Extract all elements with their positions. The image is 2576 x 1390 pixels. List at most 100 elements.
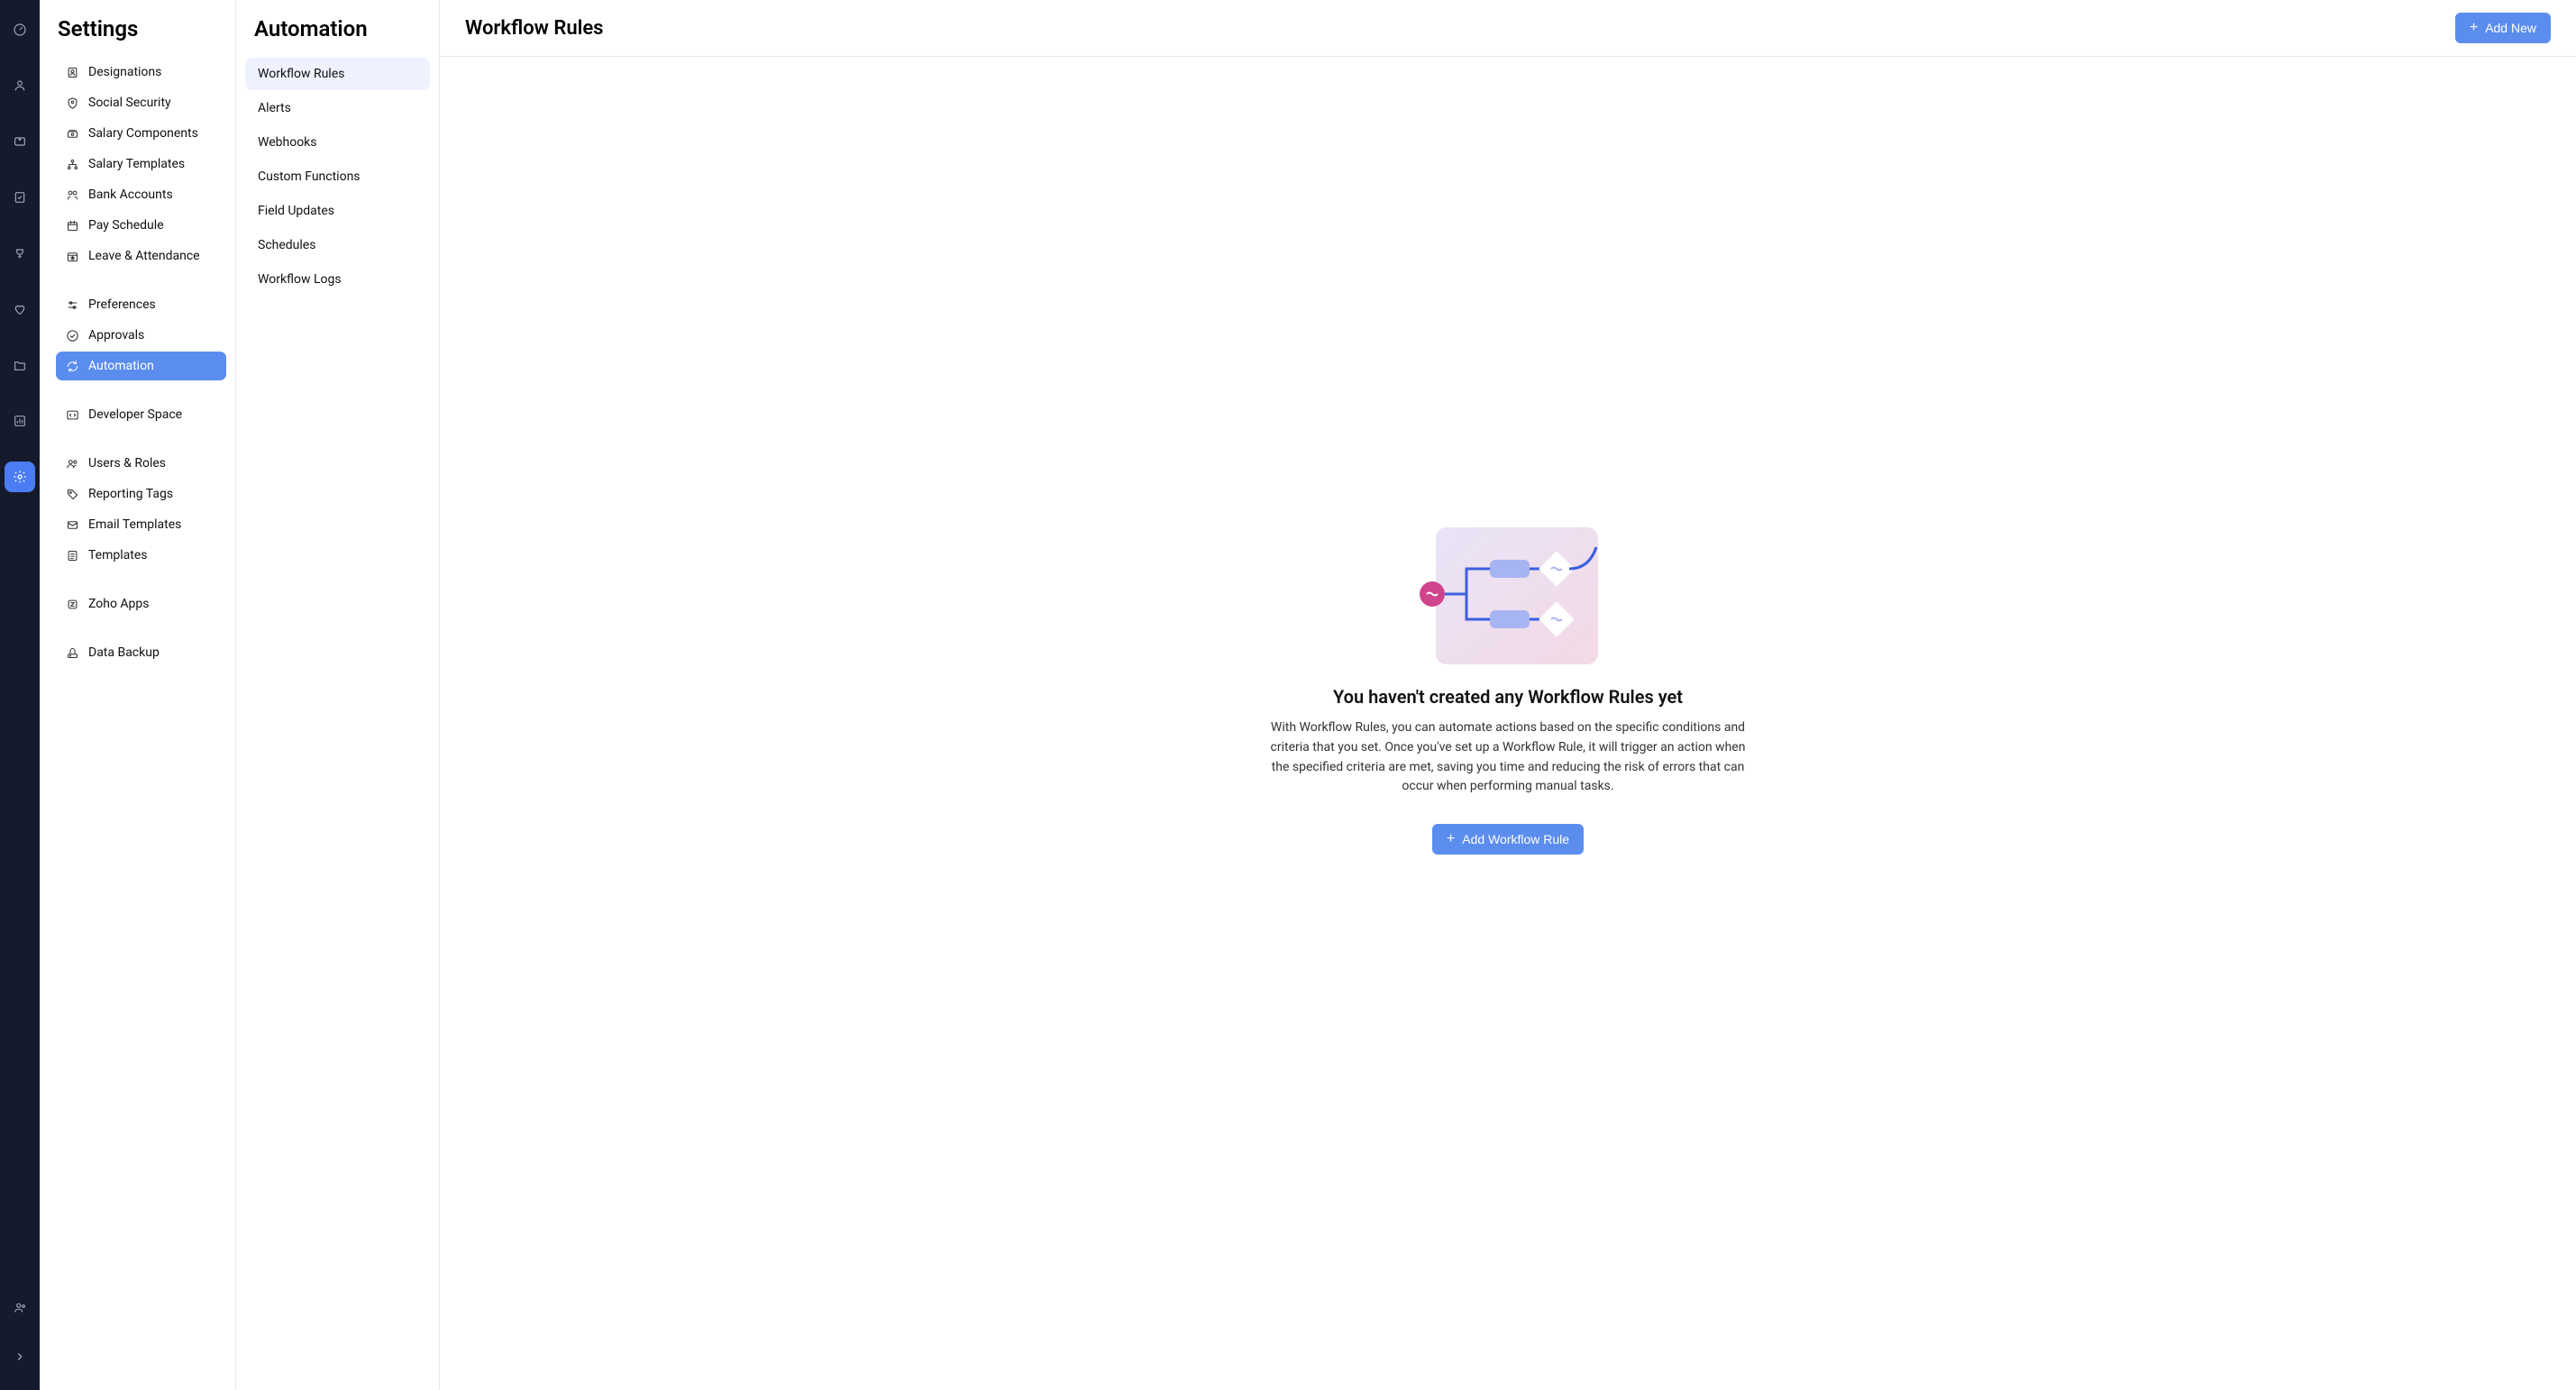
rail-approvals-icon[interactable] xyxy=(5,182,35,213)
main-header: Workflow Rules + Add New xyxy=(440,0,2576,57)
subnav-item-field-updates[interactable]: Field Updates xyxy=(245,195,430,227)
add-workflow-rule-label: Add Workflow Rule xyxy=(1462,832,1569,846)
mail-icon xyxy=(65,517,79,532)
org-icon xyxy=(65,157,79,171)
code-icon xyxy=(65,407,79,422)
subnav-title: Automation xyxy=(254,16,430,41)
tag-icon xyxy=(65,487,79,501)
subnav-item-label: Workflow Rules xyxy=(258,67,344,81)
settings-item-label: Approvals xyxy=(88,328,144,343)
rail-dashboard-icon[interactable] xyxy=(5,14,35,45)
settings-item-label: Pay Schedule xyxy=(88,218,164,233)
bank-icon xyxy=(65,187,79,202)
automation-subnav: Automation Workflow Rules Alerts Webhooks C… xyxy=(236,0,440,1390)
settings-item-reporting-tags[interactable]: Reporting Tags xyxy=(56,480,226,508)
rail-loans-icon[interactable] xyxy=(5,238,35,269)
empty-heading: You haven't created any Workflow Rules y… xyxy=(1333,686,1683,708)
settings-item-salary-components[interactable]: Salary Components xyxy=(56,119,226,148)
calendar-icon xyxy=(65,218,79,233)
settings-item-label: Preferences xyxy=(88,297,156,312)
settings-item-bank-accounts[interactable]: Bank Accounts xyxy=(56,180,226,209)
rail-settings-icon[interactable] xyxy=(5,462,35,492)
settings-item-label: Templates xyxy=(88,548,148,562)
settings-spacer xyxy=(56,620,226,636)
settings-spacer xyxy=(56,572,226,588)
main-area: Workflow Rules + Add New xyxy=(440,0,2576,1390)
settings-item-label: Zoho Apps xyxy=(88,597,149,611)
subnav-item-label: Schedules xyxy=(258,238,315,252)
settings-item-label: Salary Templates xyxy=(88,157,185,171)
rail-documents-icon[interactable] xyxy=(5,350,35,380)
sliders-icon xyxy=(65,297,79,312)
settings-title: Settings xyxy=(58,16,226,41)
users-icon xyxy=(65,456,79,471)
settings-item-label: Data Backup xyxy=(88,645,160,660)
settings-item-email-templates[interactable]: Email Templates xyxy=(56,510,226,539)
settings-item-label: Developer Space xyxy=(88,407,182,422)
icon-rail xyxy=(0,0,40,1390)
settings-list: Designations Social Security Salary Compon… xyxy=(56,58,226,667)
add-new-button[interactable]: + Add New xyxy=(2455,13,2551,43)
workflow-illustration xyxy=(1418,520,1598,664)
plus-icon: + xyxy=(1447,832,1455,846)
add-new-label: Add New xyxy=(2485,21,2536,35)
settings-item-pay-schedule[interactable]: Pay Schedule xyxy=(56,211,226,240)
rail-people-icon[interactable] xyxy=(5,70,35,101)
subnav-item-schedules[interactable]: Schedules xyxy=(245,229,430,261)
settings-item-developer-space[interactable]: Developer Space xyxy=(56,400,226,429)
money-stack-icon xyxy=(65,126,79,141)
subnav-item-webhooks[interactable]: Webhooks xyxy=(245,126,430,159)
subnav-item-label: Field Updates xyxy=(258,204,334,218)
settings-item-designations[interactable]: Designations xyxy=(56,58,226,87)
backup-icon xyxy=(65,645,79,660)
settings-item-zoho-apps[interactable]: Zoho Apps xyxy=(56,590,226,618)
settings-item-social-security[interactable]: Social Security xyxy=(56,88,226,117)
settings-spacer xyxy=(56,431,226,447)
subnav-item-alerts[interactable]: Alerts xyxy=(245,92,430,124)
templates-icon xyxy=(65,548,79,562)
settings-item-label: Designations xyxy=(88,65,161,79)
subnav-list: Workflow Rules Alerts Webhooks Custom Funct… xyxy=(245,58,430,296)
settings-item-data-backup[interactable]: Data Backup xyxy=(56,638,226,667)
zoho-icon xyxy=(65,597,79,611)
settings-item-label: Salary Components xyxy=(88,126,198,141)
settings-item-label: Reporting Tags xyxy=(88,487,173,501)
settings-item-approvals[interactable]: Approvals xyxy=(56,321,226,350)
empty-state: You haven't created any Workflow Rules y… xyxy=(440,57,2576,1390)
settings-item-leave-attendance[interactable]: Leave & Attendance xyxy=(56,242,226,270)
rail-expand-icon[interactable] xyxy=(5,1341,35,1372)
subnav-item-label: Custom Functions xyxy=(258,169,361,184)
rail-profile-icon[interactable] xyxy=(5,1293,35,1323)
rail-inbox-icon[interactable] xyxy=(5,126,35,157)
leave-icon xyxy=(65,249,79,263)
designation-icon xyxy=(65,65,79,79)
settings-item-automation[interactable]: Automation xyxy=(56,352,226,380)
shield-person-icon xyxy=(65,96,79,110)
check-circle-icon xyxy=(65,328,79,343)
subnav-item-label: Workflow Logs xyxy=(258,272,342,287)
settings-item-label: Automation xyxy=(88,359,154,373)
subnav-item-label: Alerts xyxy=(258,101,291,115)
settings-item-label: Social Security xyxy=(88,96,171,110)
settings-item-label: Email Templates xyxy=(88,517,181,532)
rail-benefits-icon[interactable] xyxy=(5,294,35,325)
settings-item-preferences[interactable]: Preferences xyxy=(56,290,226,319)
add-workflow-rule-button[interactable]: + Add Workflow Rule xyxy=(1432,824,1584,855)
settings-item-label: Leave & Attendance xyxy=(88,249,200,263)
settings-spacer xyxy=(56,272,226,288)
settings-item-label: Users & Roles xyxy=(88,456,166,471)
page-title: Workflow Rules xyxy=(465,17,604,40)
refresh-icon xyxy=(65,359,79,373)
settings-item-templates[interactable]: Templates xyxy=(56,541,226,570)
settings-item-label: Bank Accounts xyxy=(88,187,173,202)
plus-icon: + xyxy=(2470,21,2478,35)
settings-panel: Settings Designations Social Security Sala… xyxy=(40,0,236,1390)
settings-item-salary-templates[interactable]: Salary Templates xyxy=(56,150,226,178)
rail-reports-icon[interactable] xyxy=(5,406,35,436)
settings-item-users-roles[interactable]: Users & Roles xyxy=(56,449,226,478)
subnav-item-workflow-logs[interactable]: Workflow Logs xyxy=(245,263,430,296)
subnav-item-custom-functions[interactable]: Custom Functions xyxy=(245,160,430,193)
subnav-item-workflow-rules[interactable]: Workflow Rules xyxy=(245,58,430,90)
settings-spacer xyxy=(56,382,226,398)
empty-description: With Workflow Rules, you can automate ac… xyxy=(1265,718,1751,797)
